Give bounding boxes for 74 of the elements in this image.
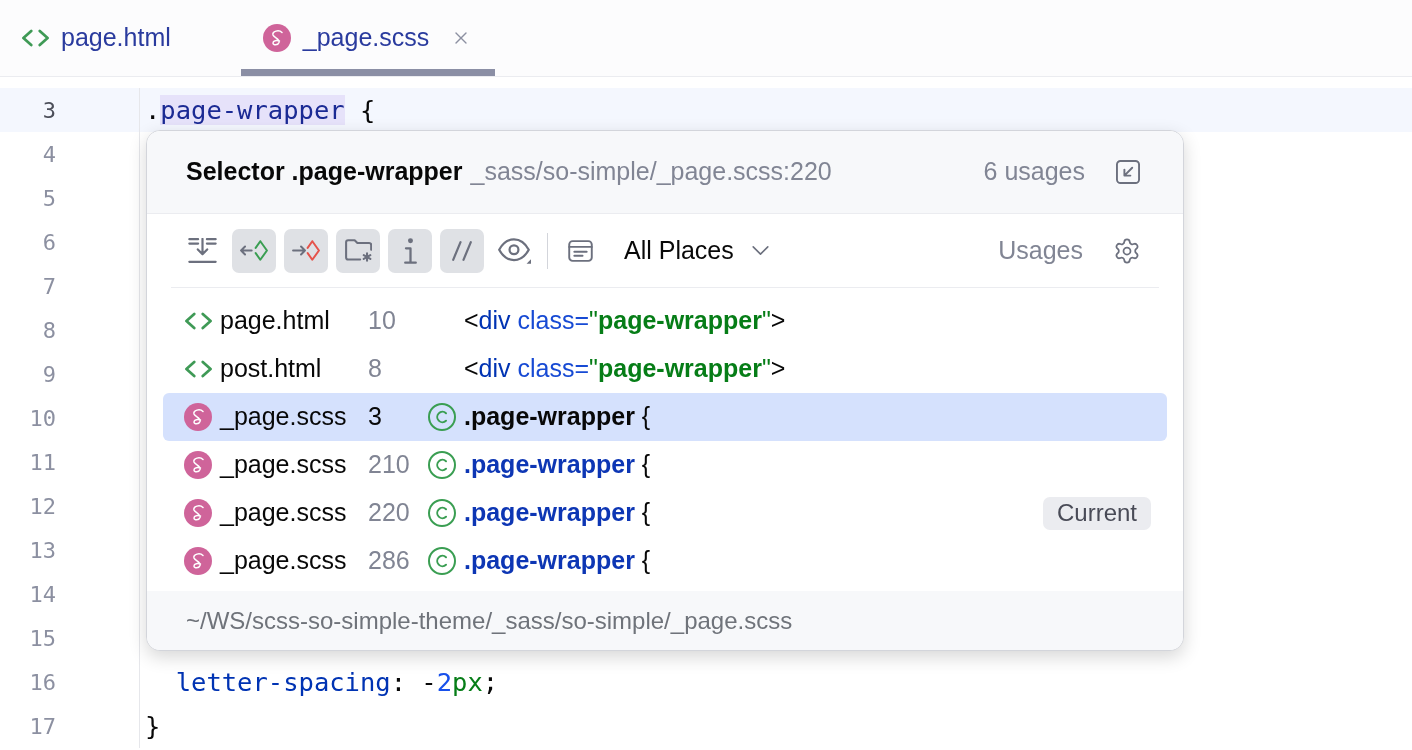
line-number: 9: [41, 360, 56, 389]
toolbar-toggle[interactable]: [284, 228, 328, 273]
line-number: 210: [368, 449, 411, 481]
group-label: Usages: [998, 234, 1083, 266]
line-number: 7: [41, 272, 56, 301]
line-number: 286: [368, 545, 411, 577]
file-path: ~/WS/scss-so-simple-theme/_sass/so-simple/_page.scss: [186, 605, 793, 636]
double-slash-icon: [452, 240, 472, 261]
line-number: 13: [28, 536, 56, 565]
code-text: }: [145, 710, 161, 743]
code-brackets-icon: [184, 312, 212, 330]
eye-icon: [497, 237, 531, 264]
line-number: 8: [368, 353, 383, 385]
code-snippet: .page-wrapper {: [464, 497, 651, 529]
line-number: 5: [41, 184, 56, 213]
circled-c-icon: [428, 499, 456, 527]
swirl-circle-icon: [262, 24, 291, 52]
code-snippet: .page-wrapper {: [464, 545, 651, 577]
file-name: post.html: [220, 353, 323, 385]
editor-tab[interactable]: page.html: [0, 0, 195, 76]
toolbar-toggle[interactable]: [232, 228, 276, 273]
line-number: 17: [28, 712, 56, 741]
line-number: 11: [28, 448, 56, 477]
collapse-button[interactable]: [1115, 159, 1141, 185]
line-number: 10: [368, 305, 397, 337]
code-brackets-icon: [184, 360, 212, 378]
scope-dropdown[interactable]: All Places: [614, 228, 779, 273]
line-number: 4: [41, 140, 56, 169]
file-name: _page.scss: [220, 545, 348, 577]
list-icon: [567, 239, 593, 262]
circled-c-icon: [428, 451, 456, 479]
circled-c-icon: [428, 403, 456, 431]
code-brackets-icon: [22, 29, 49, 47]
swirl-circle-icon: [184, 451, 212, 479]
line-number: 10: [28, 404, 56, 433]
line-number: 16: [28, 668, 56, 697]
toolbar-toggle[interactable]: [440, 228, 484, 273]
file-name: page.html: [220, 305, 331, 337]
toolbar-toggle[interactable]: [388, 228, 432, 273]
file-location: _sass/so-simple/_page.scss:220: [470, 156, 832, 188]
editor-tab[interactable]: _page.scss: [240, 0, 496, 76]
circled-c-icon: [428, 547, 456, 575]
code-snippet: <div class="page-wrapper">: [464, 353, 786, 385]
swirl-circle-icon: [184, 547, 212, 575]
line-number: 6: [41, 228, 56, 257]
arrow-in-square-icon: [1116, 160, 1140, 184]
swirl-circle-icon: [184, 403, 212, 431]
file-name: _page.scss: [220, 497, 348, 529]
code-text: letter-spacing: -2px;: [174, 666, 499, 699]
current-badge: Current: [1042, 496, 1151, 530]
info-icon: [403, 237, 417, 264]
popup-title: Selector .page-wrapper: [186, 156, 463, 188]
line-number: 8: [41, 316, 56, 345]
arrow-diamond-icon: [240, 240, 268, 261]
code-snippet: <div class="page-wrapper">: [464, 305, 786, 337]
line-number: 3: [41, 96, 56, 125]
arrow-diamond-icon: [292, 240, 320, 261]
folder-star-icon: [344, 239, 372, 262]
line-number: 14: [28, 580, 56, 609]
file-name: _page.scss: [220, 449, 348, 481]
code-snippet: .page-wrapper {: [464, 401, 651, 433]
line-number: 12: [28, 492, 56, 521]
chevron-down-icon: [751, 246, 769, 255]
usage-count: 6 usages: [983, 156, 1085, 188]
usage-row[interactable]: _page.scss 3 .page-wrapper {: [163, 393, 1167, 441]
toolbar-toggle[interactable]: [336, 228, 380, 273]
line-number: 3: [368, 401, 383, 433]
line-number: 15: [28, 624, 56, 653]
arrow-down-lines-icon: [187, 238, 217, 263]
code-snippet: .page-wrapper {: [464, 449, 651, 481]
file-name: _page.scss: [220, 401, 348, 433]
swirl-circle-icon: [184, 499, 212, 527]
settings-icon[interactable]: [1113, 236, 1141, 265]
line-number: 220: [368, 497, 411, 529]
